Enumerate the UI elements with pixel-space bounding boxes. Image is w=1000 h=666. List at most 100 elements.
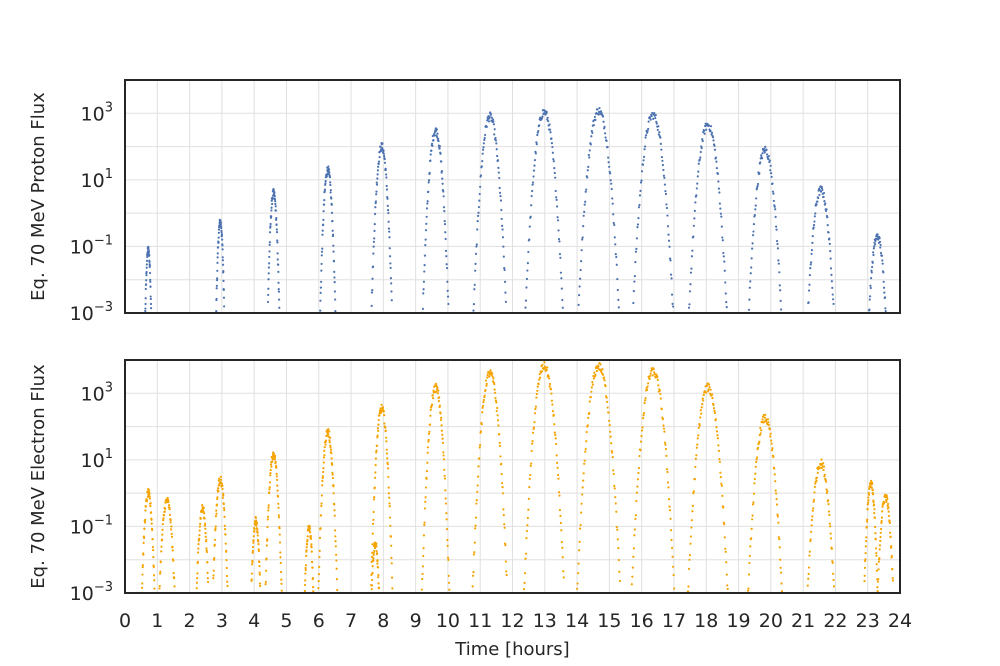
data-point <box>614 253 617 256</box>
data-point <box>481 152 484 155</box>
data-point <box>581 238 584 241</box>
data-point <box>817 196 820 200</box>
data-point <box>438 396 441 399</box>
data-point <box>772 192 775 195</box>
data-point <box>632 290 635 293</box>
data-point <box>771 182 774 185</box>
data-point <box>873 511 876 515</box>
data-point <box>753 477 756 481</box>
data-point <box>197 547 200 550</box>
data-point <box>827 231 830 234</box>
data-point <box>483 136 486 140</box>
data-point <box>529 473 532 477</box>
data-point <box>420 588 423 591</box>
data-point <box>169 521 172 524</box>
data-point <box>693 209 696 212</box>
data-point <box>422 292 425 295</box>
data-point <box>773 467 776 470</box>
data-point <box>694 465 697 469</box>
data-point <box>499 195 502 198</box>
data-point <box>251 551 254 554</box>
data-point <box>644 136 647 139</box>
data-point <box>422 547 425 550</box>
data-point <box>387 475 390 479</box>
data-point <box>775 498 778 501</box>
data-point <box>330 452 333 455</box>
data-point <box>390 290 393 293</box>
data-point <box>591 131 594 135</box>
data-point <box>264 583 267 586</box>
data-point <box>163 510 166 513</box>
data-point <box>591 381 594 384</box>
data-point <box>487 370 490 373</box>
data-point <box>776 247 780 250</box>
data-point <box>336 588 339 592</box>
data-point <box>672 574 675 577</box>
data-point <box>196 577 199 580</box>
data-point <box>216 246 220 249</box>
data-point <box>376 427 379 430</box>
data-point <box>330 457 333 460</box>
data-point <box>723 269 726 272</box>
data-point <box>390 556 393 559</box>
data-point <box>264 569 268 572</box>
data-point <box>500 208 503 212</box>
data-point <box>372 510 375 514</box>
data-point <box>390 299 393 302</box>
data-point <box>252 535 255 538</box>
data-point <box>751 514 754 517</box>
data-point <box>492 120 495 123</box>
data-point <box>529 464 532 467</box>
data-point <box>831 286 834 289</box>
data-point <box>749 272 752 275</box>
data-point <box>212 574 215 577</box>
data-point <box>524 306 527 309</box>
data-point <box>748 298 751 301</box>
data-point <box>534 407 537 411</box>
data-point <box>666 214 669 217</box>
data-point <box>272 452 276 456</box>
data-point <box>274 454 277 458</box>
data-point <box>445 512 448 515</box>
data-point <box>549 131 552 134</box>
data-point <box>310 550 313 553</box>
data-point <box>536 389 539 392</box>
data-point <box>269 468 272 472</box>
data-point <box>144 505 147 508</box>
data-point <box>827 499 830 502</box>
data-point <box>774 480 777 483</box>
data-point <box>221 238 224 241</box>
data-point <box>616 538 619 541</box>
data-point <box>222 296 226 299</box>
data-point <box>205 550 209 554</box>
data-point <box>666 481 670 484</box>
data-point <box>383 414 386 417</box>
data-point <box>759 426 762 430</box>
data-point <box>442 190 445 193</box>
data-point <box>441 177 444 180</box>
data-point <box>147 247 150 250</box>
data-point <box>475 502 478 505</box>
data-point <box>535 392 538 396</box>
data-point <box>769 164 772 167</box>
data-point <box>613 236 616 239</box>
data-point <box>476 490 479 493</box>
data-point <box>445 266 449 270</box>
data-point <box>588 156 591 159</box>
data-point <box>549 388 553 391</box>
data-point <box>639 189 642 192</box>
data-point <box>426 202 429 205</box>
y-tick-label: 101 <box>81 167 113 192</box>
data-point <box>324 182 327 185</box>
data-point <box>370 555 374 559</box>
data-point <box>196 572 199 575</box>
data-point <box>317 579 320 583</box>
data-point <box>215 509 218 512</box>
data-point <box>256 534 259 537</box>
data-point <box>145 263 148 266</box>
data-point <box>644 134 648 137</box>
data-point <box>713 411 717 415</box>
data-point <box>277 516 281 519</box>
data-point <box>780 308 783 311</box>
data-point <box>319 527 322 530</box>
